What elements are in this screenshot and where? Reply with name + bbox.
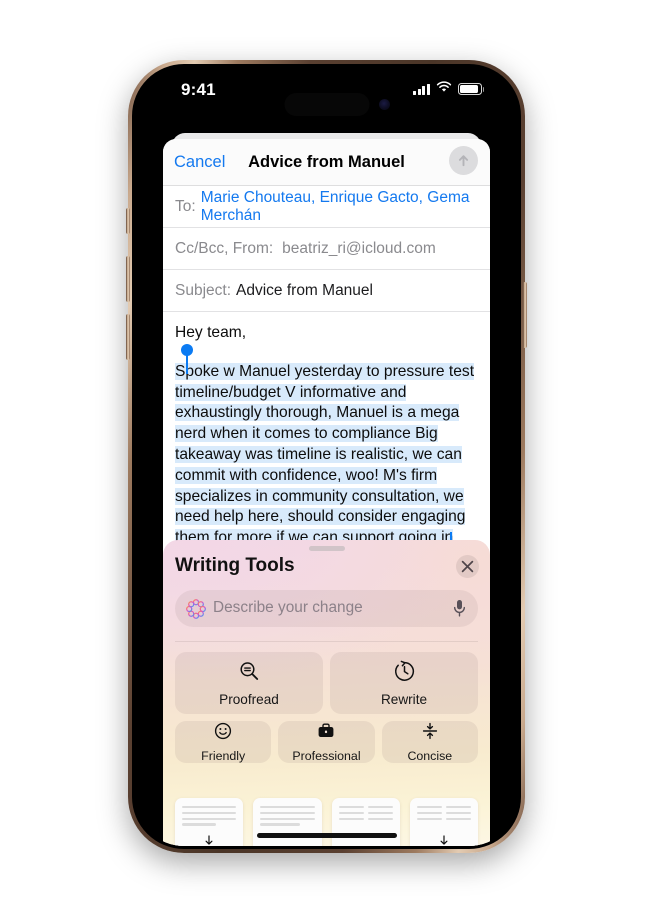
action-button[interactable] (126, 208, 130, 234)
subject-label: Subject: (175, 281, 232, 299)
battery-icon (458, 83, 485, 95)
mail-navbar: Cancel Advice from Manuel (163, 139, 490, 186)
close-button[interactable] (456, 555, 479, 578)
proofread-label: Proofread (219, 691, 279, 707)
selection-start-handle[interactable] (181, 343, 193, 374)
selected-text: Spoke w Manuel yesterday to pressure tes… (175, 362, 475, 547)
iphone-frame: 9:41 Cancel Advice from Manuel To: Marie… (126, 60, 527, 853)
status-clock: 9:41 (181, 80, 216, 99)
suggestion-card[interactable] (331, 798, 400, 846)
rewrite-clock-arrow-icon (393, 660, 416, 688)
professional-label: Professional (292, 748, 361, 763)
from-address: beatriz_ri@icloud.com (282, 239, 436, 257)
suggestion-card[interactable] (409, 798, 478, 846)
status-indicators (413, 80, 485, 98)
suggestion-card[interactable] (175, 798, 244, 846)
writing-tools-grabber[interactable] (308, 546, 345, 551)
dynamic-island (284, 93, 369, 116)
professional-button[interactable]: Professional (278, 721, 375, 763)
body-greeting: Hey team, (175, 324, 247, 341)
to-recipients: Marie Chouteau, Enrique Gacto, Gema Merc… (200, 188, 470, 224)
send-button[interactable] (449, 146, 478, 175)
rewrite-label: Rewrite (380, 691, 428, 707)
apple-intelligence-icon (186, 599, 206, 619)
primary-actions-row: Proofread Rewrite (175, 652, 478, 714)
home-indicator[interactable] (256, 833, 397, 838)
send-arrow-up-icon (458, 155, 469, 167)
concise-label: Concise (407, 748, 453, 763)
status-bar: 9:41 (135, 67, 518, 119)
panel-divider (175, 641, 478, 642)
cellular-bars-icon (413, 83, 430, 95)
friendly-label: Friendly (201, 748, 246, 763)
volume-up-button[interactable] (126, 256, 130, 302)
describe-change-input[interactable]: Describe your change (175, 590, 478, 627)
download-arrow-icon (204, 833, 215, 846)
suggestion-cards (175, 798, 478, 846)
download-arrow-icon (438, 833, 449, 846)
phone-screen: 9:41 Cancel Advice from Manuel To: Marie… (135, 67, 518, 846)
smiley-face-icon (214, 722, 232, 745)
ccbcc-from-label: Cc/Bcc, From: (175, 239, 274, 257)
power-button[interactable] (523, 282, 527, 348)
tone-actions-row: Friendly Professional Concise (175, 721, 478, 763)
writing-tools-panel: Writing Tools Describe your change Proof… (163, 540, 490, 846)
microphone-icon[interactable] (452, 599, 467, 618)
proofread-button[interactable]: Proofread (175, 652, 323, 714)
proofread-magnifier-icon (238, 660, 261, 688)
rewrite-button[interactable]: Rewrite (330, 652, 478, 714)
front-camera (378, 99, 390, 110)
briefcase-icon (317, 722, 335, 745)
volume-down-button[interactable] (126, 314, 130, 360)
mail-body[interactable]: Hey team, Spoke w Manuel yesterday to pr… (163, 312, 490, 551)
compress-arrows-icon (421, 722, 439, 745)
friendly-button[interactable]: Friendly (175, 721, 272, 763)
close-x-icon (461, 560, 474, 573)
subject-value: Advice from Manuel (236, 281, 373, 299)
writing-tools-title: Writing Tools (175, 555, 295, 576)
suggestion-card[interactable] (253, 798, 322, 846)
selected-paragraph-wrapper: Spoke w Manuel yesterday to pressure tes… (175, 343, 478, 551)
subject-field[interactable]: Subject: Advice from Manuel (163, 270, 490, 312)
to-field[interactable]: To: Marie Chouteau, Enrique Gacto, Gema … (163, 186, 490, 228)
wifi-icon (436, 80, 452, 98)
concise-button[interactable]: Concise (381, 721, 478, 763)
phone-bezel: 9:41 Cancel Advice from Manuel To: Marie… (132, 64, 521, 849)
page-title: Advice from Manuel (248, 153, 405, 171)
ccbcc-from-field[interactable]: Cc/Bcc, From: beatriz_ri@icloud.com (163, 228, 490, 270)
describe-change-placeholder: Describe your change (213, 599, 363, 616)
to-label: To: (175, 197, 196, 215)
